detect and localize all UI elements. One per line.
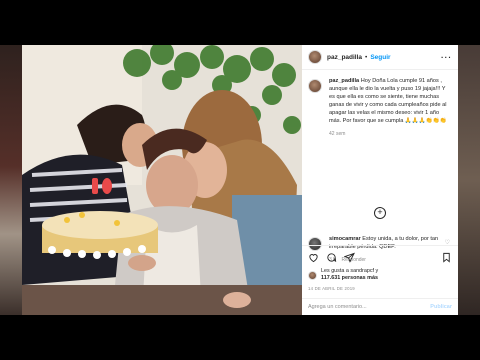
comments-section: paz_padilla Hoy Doña Lola cumple 91 años… [302,77,458,263]
blurred-background-left [0,45,22,315]
instagram-post-screenshot: paz_padilla • Seguir ··· paz_padilla Hoy… [0,0,480,360]
caption-text: Hoy Doña Lola cumple 91 años , aunque el… [329,78,447,124]
heart-icon[interactable] [308,252,319,263]
bookmark-icon[interactable] [441,252,452,263]
likes-row: Les gusta a sandrapcf y 117.631 personas… [308,268,452,282]
post-date: 14 DE ABRIL DE 2019 [308,286,355,291]
comment-input[interactable]: Agrega un comentario... [308,304,367,310]
plus-circle-icon[interactable]: + [374,207,386,219]
publish-button[interactable]: Publicar [430,304,452,310]
username[interactable]: paz_padilla [327,54,362,61]
birthday-photo-illustration [22,45,302,315]
post-header: paz_padilla • Seguir ··· [302,45,458,70]
separator-dot: • [365,53,368,61]
action-bar: Les gusta a sandrapcf y 117.631 personas… [302,245,458,295]
caption-body: paz_padilla Hoy Doña Lola cumple 91 años… [329,77,447,138]
more-icon[interactable]: ··· [441,53,452,62]
post-side-panel: paz_padilla • Seguir ··· paz_padilla Hoy… [302,45,458,315]
blurred-background-right [458,45,480,315]
add-comment-bar: Agrega un comentario... Publicar [302,298,458,315]
share-icon[interactable] [344,252,355,263]
likes-count[interactable]: 117.631 personas más [321,275,378,281]
likes-text[interactable]: Les gusta a sandrapcf y 117.631 personas… [321,268,378,282]
comment-username[interactable]: simocamrar [329,236,361,242]
post-photo[interactable] [22,45,302,315]
avatar[interactable] [308,79,322,93]
avatar[interactable] [308,270,317,280]
comment-icon[interactable] [326,252,337,263]
caption-time: 42 sem [329,131,346,137]
action-icons [308,250,452,264]
avatar[interactable] [308,50,322,64]
follow-button[interactable]: Seguir [370,54,390,61]
caption-username[interactable]: paz_padilla [329,78,359,84]
likes-line1: Les gusta a sandrapcf y [321,268,379,274]
caption-comment: paz_padilla Hoy Doña Lola cumple 91 años… [308,77,452,138]
